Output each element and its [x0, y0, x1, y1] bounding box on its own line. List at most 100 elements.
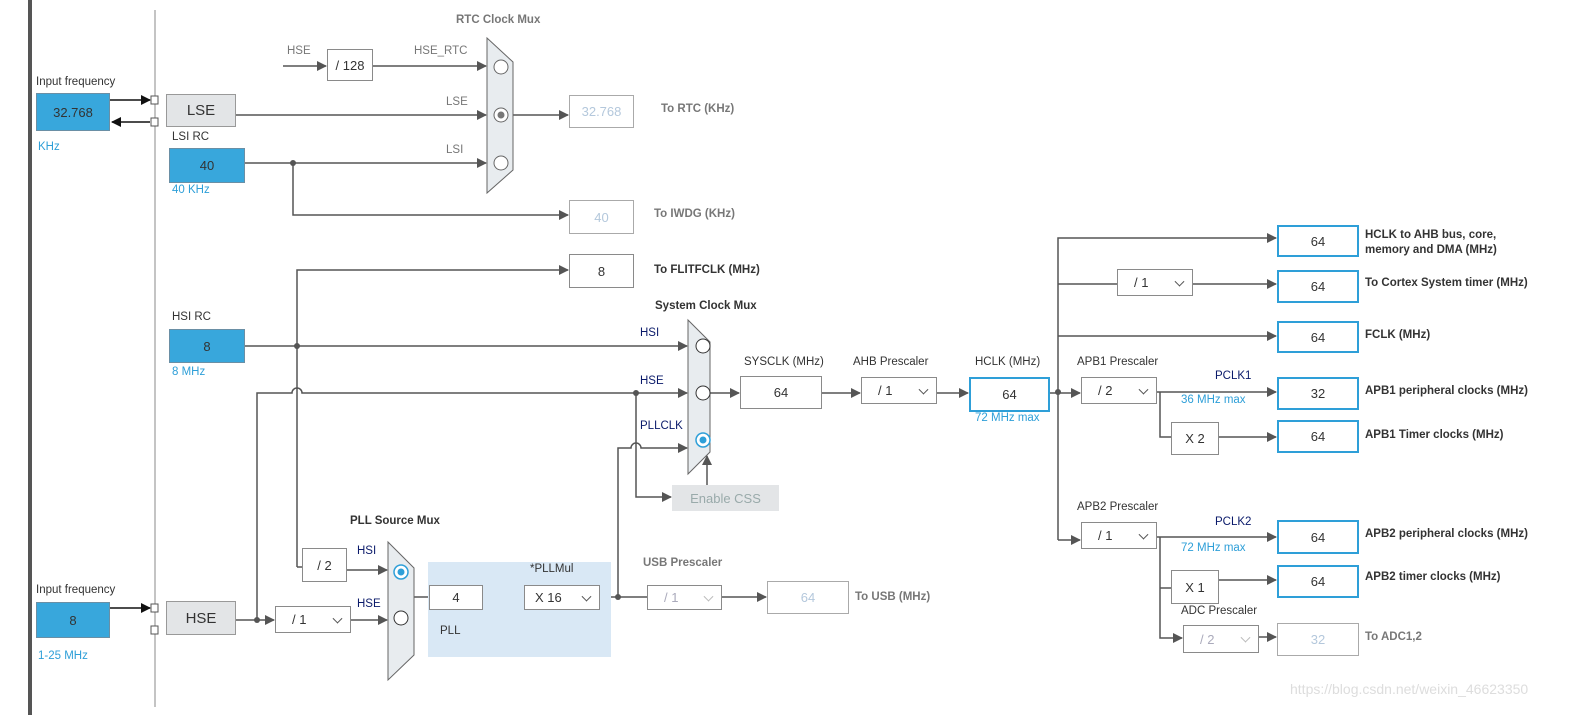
- ahb-prescaler-select[interactable]: / 1: [861, 377, 937, 404]
- lse-block: LSE: [166, 94, 236, 127]
- flitfclk-output-value: 8: [569, 254, 634, 288]
- usb-output-label: To USB (MHz): [855, 591, 931, 603]
- apb2-timer-label: APB2 timer clocks (MHz): [1365, 571, 1501, 583]
- ahb-prescaler-label: AHB Prescaler: [853, 356, 929, 368]
- flitfclk-output-label: To FLITFCLK (MHz): [654, 264, 760, 276]
- hse-prediv-value: / 1: [292, 612, 307, 627]
- chevron-down-icon: [1138, 384, 1149, 395]
- hsi-note: 8 MHz: [172, 366, 206, 378]
- clock-configuration-diagram: Input frequency 32.768 KHz LSE LSI RC 40…: [0, 0, 1585, 715]
- pll-mux-hsi-label: HSI: [357, 545, 377, 557]
- sys-mux-hsi-label: HSI: [640, 327, 660, 339]
- hse-range: 1-25 MHz: [38, 650, 88, 662]
- hse-prediv-select[interactable]: / 1: [275, 606, 351, 633]
- pll-label: PLL: [440, 625, 461, 637]
- apb1-periph-value[interactable]: 32: [1277, 377, 1359, 410]
- rtc-mux-selected-dot: [497, 111, 505, 119]
- apb1-prescaler-select[interactable]: / 2: [1081, 377, 1157, 404]
- chevron-down-icon: [1138, 529, 1149, 540]
- pll-mux-selected-dot: [397, 568, 405, 576]
- pll-mux-hse-label: HSE: [357, 598, 381, 610]
- usb-prescaler-label: USB Prescaler: [643, 557, 723, 569]
- ahb-prescaler-value: / 1: [878, 383, 893, 398]
- adc-prescaler-select[interactable]: / 2: [1183, 625, 1259, 653]
- wire: [635, 393, 672, 502]
- lsi-label: LSI RC: [172, 131, 210, 143]
- rtc-output-label: To RTC (KHz): [661, 103, 735, 115]
- connector: [150, 95, 159, 105]
- fclk-output-value[interactable]: 64: [1277, 321, 1359, 353]
- hse-input-label: Input frequency: [36, 584, 116, 596]
- adc-output-value: 32: [1277, 623, 1359, 656]
- chevron-down-icon: [703, 591, 714, 602]
- chevron-down-icon: [1174, 276, 1185, 287]
- cortex-prescaler-select[interactable]: / 1: [1117, 269, 1193, 296]
- junction-dot: [294, 343, 300, 349]
- rtc-mux-option-hse: [493, 59, 509, 75]
- junction-dot: [290, 160, 296, 166]
- usb-prescaler-value: / 1: [664, 590, 679, 605]
- cortex-output-value[interactable]: 64: [1277, 270, 1359, 303]
- sys-mux-option-hsi: [695, 338, 711, 354]
- apb1-prescaler-label: APB1 Prescaler: [1077, 356, 1159, 368]
- apb2-prescaler-select[interactable]: / 1: [1081, 522, 1157, 549]
- pll-mul-label: *PLLMul: [530, 563, 574, 575]
- ahb-output-label: HCLK to AHB bus, core, memory and DMA (M…: [1365, 229, 1497, 256]
- sysclk-label: SYSCLK (MHz): [744, 356, 824, 368]
- adc-prescaler-label: ADC Prescaler: [1181, 605, 1258, 617]
- rtc-mux-option-lsi: [493, 155, 509, 171]
- lsi-note: 40 KHz: [172, 184, 210, 196]
- hsi-label: HSI RC: [172, 311, 211, 323]
- chevron-down-icon: [332, 613, 343, 624]
- chevron-down-icon: [1240, 632, 1251, 643]
- cortex-prescaler-value: / 1: [1134, 275, 1149, 290]
- hsi-pll-divider: / 2: [302, 548, 347, 582]
- rtc-mux-title: RTC Clock Mux: [456, 14, 541, 26]
- adc-output-label: To ADC1,2: [1365, 631, 1422, 643]
- chevron-down-icon: [581, 591, 592, 602]
- wire: [1159, 392, 1171, 438]
- pll-mul-value: X 16: [535, 590, 562, 605]
- enable-css-button[interactable]: Enable CSS: [672, 485, 779, 511]
- apb2-max: 72 MHz max: [1181, 542, 1246, 554]
- rtc-output-value: 32.768: [569, 95, 634, 128]
- pll-mux-option-hse: [393, 610, 409, 626]
- junction-dot: [254, 617, 260, 623]
- pclk2-label: PCLK2: [1215, 516, 1252, 528]
- apb2-timer-multiplier: X 1: [1171, 570, 1219, 604]
- lse-unit: KHz: [38, 141, 60, 153]
- lse-frequency-input[interactable]: 32.768: [36, 93, 110, 131]
- apb2-timer-value[interactable]: 64: [1277, 565, 1359, 598]
- usb-output-value: 64: [767, 581, 849, 614]
- sys-mux-hse-label: HSE: [640, 375, 664, 387]
- rtc-hse-label: HSE: [287, 45, 311, 57]
- apb1-timer-multiplier: X 2: [1171, 422, 1219, 455]
- apb1-timer-value[interactable]: 64: [1277, 420, 1359, 453]
- pll-mul-select[interactable]: X 16: [524, 585, 600, 610]
- fclk-output-label: FCLK (MHz): [1365, 329, 1431, 341]
- rtc-lse-label: LSE: [446, 96, 468, 108]
- wire: [617, 442, 688, 597]
- apb2-prescaler-label: APB2 Prescaler: [1077, 501, 1159, 513]
- iwdg-output-label: To IWDG (KHz): [654, 208, 735, 220]
- hse-frequency-input[interactable]: 8: [36, 602, 110, 638]
- sys-mux-option-hse: [695, 385, 711, 401]
- chevron-down-icon: [918, 384, 929, 395]
- apb2-periph-value[interactable]: 64: [1277, 520, 1359, 554]
- junction-dot: [633, 390, 639, 396]
- apb1-timer-label: APB1 Timer clocks (MHz): [1365, 429, 1504, 441]
- hse-block: HSE: [166, 601, 236, 635]
- hsi-value: 8: [169, 329, 245, 363]
- lse-input-label: Input frequency: [36, 76, 116, 88]
- sys-mux-title: System Clock Mux: [655, 300, 757, 312]
- hclk-label: HCLK (MHz): [975, 356, 1041, 368]
- hclk-value[interactable]: 64: [969, 377, 1050, 412]
- usb-prescaler-select[interactable]: / 1: [647, 585, 722, 610]
- ahb-output-value[interactable]: 64: [1277, 225, 1359, 257]
- lsi-value: 40: [169, 148, 245, 183]
- hse-rtc-divider: / 128: [327, 49, 373, 81]
- junction-dot: [615, 594, 621, 600]
- sys-mux-selected-dot: [699, 436, 707, 444]
- pll-mux-title: PLL Source Mux: [350, 515, 440, 527]
- sysclk-value[interactable]: 64: [740, 376, 822, 409]
